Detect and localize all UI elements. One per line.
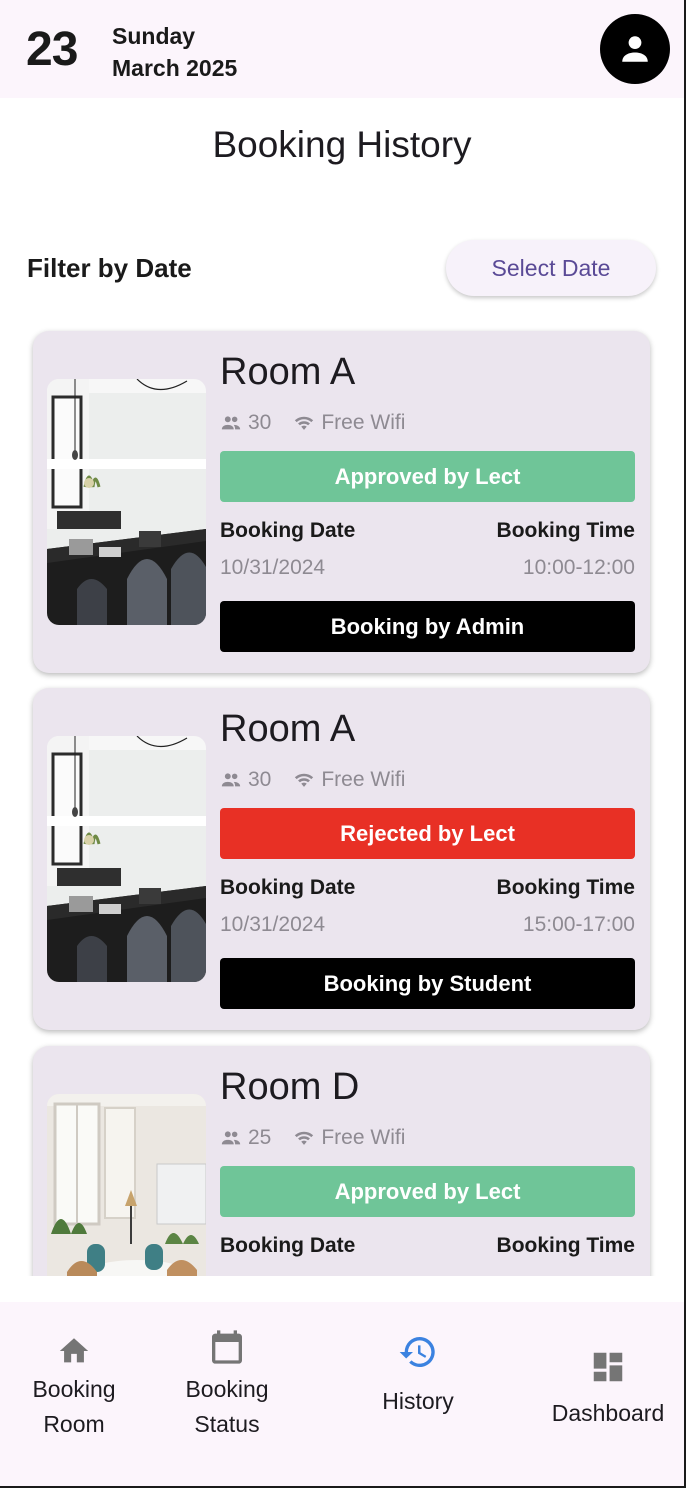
booking-labels: Booking Date Booking Time: [220, 1234, 635, 1258]
nav-label-line1: Booking: [32, 1376, 116, 1402]
capacity-value: 30: [248, 411, 272, 434]
booking-time-label: Booking Time: [496, 876, 635, 899]
nav-label-line2: Status: [194, 1411, 260, 1437]
booking-card[interactable]: Room A 30 Free Wifi Rejected by Lect Boo…: [33, 688, 650, 1030]
amenity-label: Free Wifi: [321, 1126, 406, 1149]
booked-by-button[interactable]: Booking by Admin: [220, 601, 635, 652]
booking-list[interactable]: Room A 30 Free Wifi Approved by Lect Boo…: [0, 316, 684, 1276]
nav-booking-status[interactable]: Booking Status: [174, 1302, 280, 1486]
booking-date-value: 10/31/2024: [220, 556, 326, 579]
nav-label-line1: History: [382, 1388, 454, 1414]
date-text: Sunday March 2025: [112, 20, 237, 84]
booking-card[interactable]: Room A 30 Free Wifi Approved by Lect Boo…: [33, 331, 650, 673]
home-icon: [59, 1338, 89, 1363]
status-badge: Approved by Lect: [220, 451, 635, 502]
history-icon: [399, 1336, 435, 1367]
people-icon: [221, 773, 241, 787]
nav-dashboard[interactable]: Dashboard: [544, 1302, 672, 1486]
booked-by-button[interactable]: Booking by Student: [220, 958, 635, 1009]
booking-time-label: Booking Time: [496, 1234, 635, 1257]
room-name: Room A: [220, 708, 356, 750]
select-date-button[interactable]: Select Date: [446, 240, 656, 296]
profile-avatar-button[interactable]: [600, 14, 670, 84]
room-meta: 25 Free Wifi: [220, 1126, 405, 1150]
month-year-label: March 2025: [112, 55, 238, 81]
amenity-label: Free Wifi: [321, 768, 406, 791]
person-icon: [622, 36, 648, 62]
nav-history[interactable]: History: [366, 1302, 470, 1486]
wifi-icon: [295, 1131, 314, 1145]
room-photo: [47, 379, 206, 625]
wifi-icon: [295, 773, 314, 787]
booking-date-label: Booking Date: [220, 1234, 356, 1257]
nav-label-line1: Dashboard: [551, 1400, 665, 1426]
booking-card[interactable]: Room D 25 Free Wifi Approved by Lect Boo…: [33, 1046, 650, 1276]
room-name: Room D: [220, 1066, 360, 1108]
app-screen: 23 Sunday March 2025 Booking History Fil…: [0, 0, 686, 1488]
weekday-label: Sunday: [112, 23, 196, 49]
bottom-navigation: Booking Room Booking Status History Dash…: [0, 1302, 684, 1486]
people-icon: [221, 416, 241, 430]
booking-date-value: 10/31/2024: [220, 913, 326, 936]
people-icon: [221, 1131, 241, 1145]
booking-date-label: Booking Date: [220, 876, 356, 899]
nav-booking-room[interactable]: Booking Room: [22, 1302, 126, 1486]
top-bar: 23 Sunday March 2025: [0, 0, 684, 98]
dashboard-icon: [593, 1352, 623, 1382]
filter-label: Filter by Date: [27, 253, 192, 283]
room-meta: 30 Free Wifi: [220, 768, 405, 792]
room-meta: 30 Free Wifi: [220, 411, 405, 435]
room-name: Room A: [220, 351, 356, 393]
wifi-icon: [295, 416, 314, 430]
capacity-value: 25: [248, 1126, 272, 1149]
booking-labels: Booking Date Booking Time: [220, 876, 635, 900]
room-photo: [47, 1094, 206, 1276]
capacity-value: 30: [248, 768, 272, 791]
nav-label-line1: Booking: [185, 1376, 269, 1402]
booking-values: 10/31/2024 10:00-12:00: [220, 556, 635, 580]
booking-values: 10/31/2024 15:00-17:00: [220, 913, 635, 937]
booking-labels: Booking Date Booking Time: [220, 519, 635, 543]
booking-date-label: Booking Date: [220, 519, 356, 542]
booking-time-value: 10:00-12:00: [522, 556, 635, 579]
calendar-icon: [212, 1330, 242, 1364]
status-badge: Approved by Lect: [220, 1166, 635, 1217]
status-badge: Rejected by Lect: [220, 808, 635, 859]
booking-time-label: Booking Time: [496, 519, 635, 542]
page-title: Booking History: [212, 124, 472, 165]
amenity-label: Free Wifi: [321, 411, 406, 434]
room-photo: [47, 736, 206, 982]
day-number: 23: [26, 23, 78, 76]
nav-label-line2: Room: [43, 1411, 105, 1437]
booking-time-value: 15:00-17:00: [522, 913, 635, 936]
